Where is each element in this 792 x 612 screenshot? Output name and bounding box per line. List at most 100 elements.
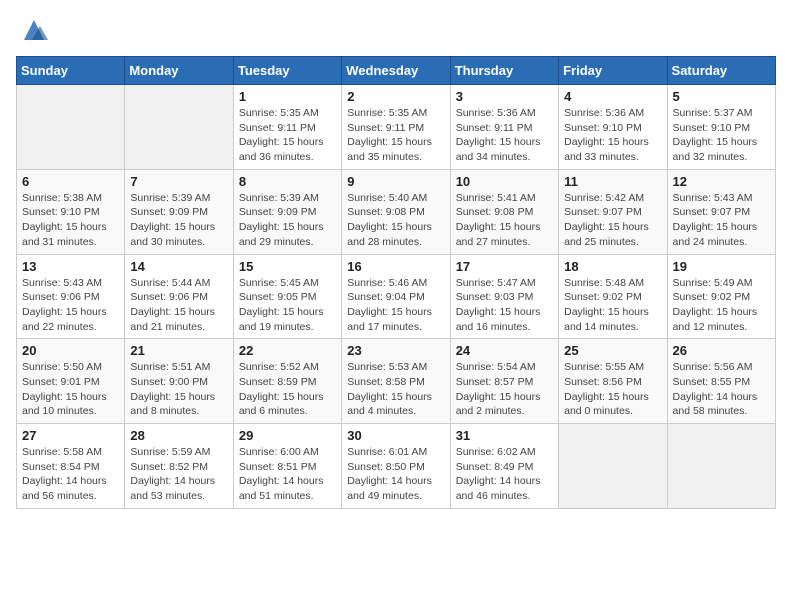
day-info: Sunrise: 5:50 AM Sunset: 9:01 PM Dayligh… <box>22 360 119 419</box>
day-info: Sunrise: 5:36 AM Sunset: 9:10 PM Dayligh… <box>564 106 661 165</box>
day-cell <box>125 85 233 170</box>
day-cell: 10 Sunrise: 5:41 AM Sunset: 9:08 PM Dayli… <box>450 169 558 254</box>
day-cell <box>17 85 125 170</box>
day-cell: 12 Sunrise: 5:43 AM Sunset: 9:07 PM Dayli… <box>667 169 775 254</box>
week-row-3: 13 Sunrise: 5:43 AM Sunset: 9:06 PM Dayli… <box>17 254 776 339</box>
week-row-5: 27 Sunrise: 5:58 AM Sunset: 8:54 PM Dayli… <box>17 424 776 509</box>
day-info: Sunrise: 5:36 AM Sunset: 9:11 PM Dayligh… <box>456 106 553 165</box>
day-number: 1 <box>239 89 336 104</box>
calendar-body: 1 Sunrise: 5:35 AM Sunset: 9:11 PM Daylig… <box>17 85 776 509</box>
week-row-2: 6 Sunrise: 5:38 AM Sunset: 9:10 PM Daylig… <box>17 169 776 254</box>
day-cell: 18 Sunrise: 5:48 AM Sunset: 9:02 PM Dayli… <box>559 254 667 339</box>
day-number: 29 <box>239 428 336 443</box>
header-cell-thursday: Thursday <box>450 57 558 85</box>
day-number: 21 <box>130 343 227 358</box>
day-info: Sunrise: 6:02 AM Sunset: 8:49 PM Dayligh… <box>456 445 553 504</box>
day-info: Sunrise: 5:51 AM Sunset: 9:00 PM Dayligh… <box>130 360 227 419</box>
day-cell: 20Sunrise: 5:50 AM Sunset: 9:01 PM Dayli… <box>17 339 125 424</box>
day-info: Sunrise: 5:46 AM Sunset: 9:04 PM Dayligh… <box>347 276 444 335</box>
day-number: 9 <box>347 174 444 189</box>
day-info: Sunrise: 5:37 AM Sunset: 9:10 PM Dayligh… <box>673 106 770 165</box>
day-info: Sunrise: 5:40 AM Sunset: 9:08 PM Dayligh… <box>347 191 444 250</box>
day-info: Sunrise: 5:39 AM Sunset: 9:09 PM Dayligh… <box>130 191 227 250</box>
day-info: Sunrise: 5:49 AM Sunset: 9:02 PM Dayligh… <box>673 276 770 335</box>
day-info: Sunrise: 5:44 AM Sunset: 9:06 PM Dayligh… <box>130 276 227 335</box>
day-number: 17 <box>456 259 553 274</box>
day-number: 25 <box>564 343 661 358</box>
day-info: Sunrise: 5:39 AM Sunset: 9:09 PM Dayligh… <box>239 191 336 250</box>
day-cell: 28 Sunrise: 5:59 AM Sunset: 8:52 PM Dayli… <box>125 424 233 509</box>
day-cell: 31 Sunrise: 6:02 AM Sunset: 8:49 PM Dayli… <box>450 424 558 509</box>
day-cell: 2 Sunrise: 5:35 AM Sunset: 9:11 PM Daylig… <box>342 85 450 170</box>
day-number: 19 <box>673 259 770 274</box>
week-row-1: 1 Sunrise: 5:35 AM Sunset: 9:11 PM Daylig… <box>17 85 776 170</box>
day-cell: 9 Sunrise: 5:40 AM Sunset: 9:08 PM Daylig… <box>342 169 450 254</box>
day-number: 7 <box>130 174 227 189</box>
day-cell <box>667 424 775 509</box>
day-number: 27 <box>22 428 119 443</box>
day-number: 22 <box>239 343 336 358</box>
day-cell: 14 Sunrise: 5:44 AM Sunset: 9:06 PM Dayli… <box>125 254 233 339</box>
day-cell: 22Sunrise: 5:52 AM Sunset: 8:59 PM Dayli… <box>233 339 341 424</box>
day-number: 30 <box>347 428 444 443</box>
day-cell: 7 Sunrise: 5:39 AM Sunset: 9:09 PM Daylig… <box>125 169 233 254</box>
header-cell-friday: Friday <box>559 57 667 85</box>
day-cell: 13 Sunrise: 5:43 AM Sunset: 9:06 PM Dayli… <box>17 254 125 339</box>
day-number: 5 <box>673 89 770 104</box>
day-info: Sunrise: 5:38 AM Sunset: 9:10 PM Dayligh… <box>22 191 119 250</box>
day-info: Sunrise: 5:56 AM Sunset: 8:55 PM Dayligh… <box>673 360 770 419</box>
day-number: 28 <box>130 428 227 443</box>
logo-icon <box>20 16 48 44</box>
day-cell: 21 Sunrise: 5:51 AM Sunset: 9:00 PM Dayli… <box>125 339 233 424</box>
day-cell: 30 Sunrise: 6:01 AM Sunset: 8:50 PM Dayli… <box>342 424 450 509</box>
day-cell: 4Sunrise: 5:36 AM Sunset: 9:10 PM Daylig… <box>559 85 667 170</box>
day-number: 11 <box>564 174 661 189</box>
day-number: 31 <box>456 428 553 443</box>
day-info: Sunrise: 5:41 AM Sunset: 9:08 PM Dayligh… <box>456 191 553 250</box>
day-info: Sunrise: 5:47 AM Sunset: 9:03 PM Dayligh… <box>456 276 553 335</box>
day-info: Sunrise: 5:55 AM Sunset: 8:56 PM Dayligh… <box>564 360 661 419</box>
day-info: Sunrise: 5:43 AM Sunset: 9:07 PM Dayligh… <box>673 191 770 250</box>
day-info: Sunrise: 5:59 AM Sunset: 8:52 PM Dayligh… <box>130 445 227 504</box>
day-cell: 17 Sunrise: 5:47 AM Sunset: 9:03 PM Dayli… <box>450 254 558 339</box>
day-info: Sunrise: 6:01 AM Sunset: 8:50 PM Dayligh… <box>347 445 444 504</box>
day-number: 6 <box>22 174 119 189</box>
day-number: 10 <box>456 174 553 189</box>
day-number: 18 <box>564 259 661 274</box>
day-number: 13 <box>22 259 119 274</box>
calendar-header: SundayMondayTuesdayWednesdayThursdayFrid… <box>17 57 776 85</box>
day-number: 14 <box>130 259 227 274</box>
day-number: 2 <box>347 89 444 104</box>
day-cell: 5 Sunrise: 5:37 AM Sunset: 9:10 PM Daylig… <box>667 85 775 170</box>
day-number: 24 <box>456 343 553 358</box>
header-cell-monday: Monday <box>125 57 233 85</box>
day-info: Sunrise: 5:35 AM Sunset: 9:11 PM Dayligh… <box>239 106 336 165</box>
day-cell: 3 Sunrise: 5:36 AM Sunset: 9:11 PM Daylig… <box>450 85 558 170</box>
page-header <box>16 16 776 44</box>
day-info: Sunrise: 5:54 AM Sunset: 8:57 PM Dayligh… <box>456 360 553 419</box>
day-number: 15 <box>239 259 336 274</box>
day-info: Sunrise: 5:43 AM Sunset: 9:06 PM Dayligh… <box>22 276 119 335</box>
calendar-table: SundayMondayTuesdayWednesdayThursdayFrid… <box>16 56 776 509</box>
day-info: Sunrise: 5:45 AM Sunset: 9:05 PM Dayligh… <box>239 276 336 335</box>
day-info: Sunrise: 5:35 AM Sunset: 9:11 PM Dayligh… <box>347 106 444 165</box>
day-number: 16 <box>347 259 444 274</box>
day-info: Sunrise: 5:58 AM Sunset: 8:54 PM Dayligh… <box>22 445 119 504</box>
day-info: Sunrise: 5:48 AM Sunset: 9:02 PM Dayligh… <box>564 276 661 335</box>
day-number: 23 <box>347 343 444 358</box>
day-cell: 8 Sunrise: 5:39 AM Sunset: 9:09 PM Daylig… <box>233 169 341 254</box>
day-number: 8 <box>239 174 336 189</box>
day-cell: 24 Sunrise: 5:54 AM Sunset: 8:57 PM Dayli… <box>450 339 558 424</box>
day-cell: 6 Sunrise: 5:38 AM Sunset: 9:10 PM Daylig… <box>17 169 125 254</box>
header-cell-wednesday: Wednesday <box>342 57 450 85</box>
day-info: Sunrise: 5:42 AM Sunset: 9:07 PM Dayligh… <box>564 191 661 250</box>
day-number: 12 <box>673 174 770 189</box>
day-number: 3 <box>456 89 553 104</box>
day-number: 26 <box>673 343 770 358</box>
day-cell: 15 Sunrise: 5:45 AM Sunset: 9:05 PM Dayli… <box>233 254 341 339</box>
day-cell: 1 Sunrise: 5:35 AM Sunset: 9:11 PM Daylig… <box>233 85 341 170</box>
header-row: SundayMondayTuesdayWednesdayThursdayFrid… <box>17 57 776 85</box>
day-cell <box>559 424 667 509</box>
day-info: Sunrise: 5:53 AM Sunset: 8:58 PM Dayligh… <box>347 360 444 419</box>
header-cell-tuesday: Tuesday <box>233 57 341 85</box>
